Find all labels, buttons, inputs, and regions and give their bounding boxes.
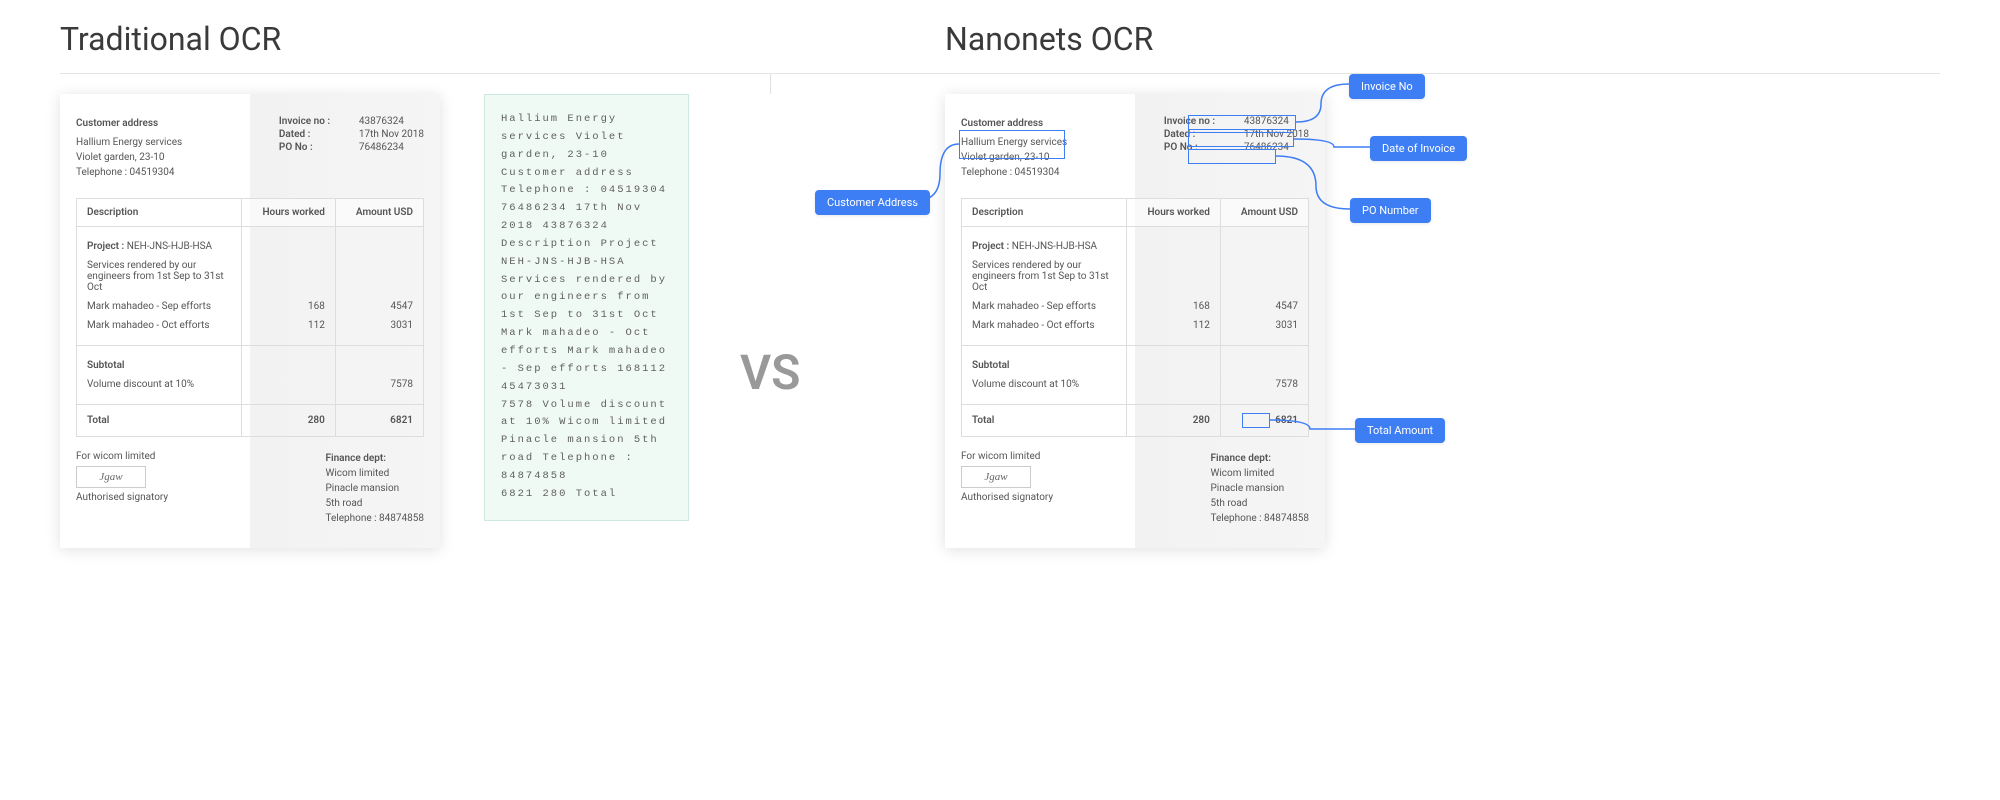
tag-date-of-invoice: Date of Invoice — [1370, 136, 1467, 161]
fin-line: 5th road — [1210, 496, 1309, 511]
subtotal-lbl: Subtotal — [77, 346, 242, 376]
row-amount: 3031 — [1220, 316, 1308, 346]
signature-icon: Jgaw — [961, 466, 1031, 488]
proj-code: NEH-JNS-HJB-HSA — [127, 241, 212, 252]
vertical-divider — [770, 74, 771, 94]
dated-lbl: Dated : — [1164, 129, 1244, 140]
cust-line: Telephone : 04519304 — [961, 165, 1067, 180]
col-desc: Description — [962, 199, 1127, 227]
discount-lbl: Volume discount at 10% — [962, 375, 1127, 405]
discount-amt: 7578 — [1220, 375, 1308, 405]
tag-total-amount: Total Amount — [1355, 418, 1445, 443]
invoice-table: DescriptionHours workedAmount USD Projec… — [961, 198, 1309, 437]
col-hours: Hours worked — [241, 199, 335, 227]
fin-line: Telephone : 84874858 — [325, 511, 424, 526]
po-lbl: PO No : — [279, 142, 359, 153]
total-lbl: Total — [77, 405, 242, 437]
for-wicom: For wicom limited — [961, 451, 1053, 462]
row-hours: 168 — [241, 297, 335, 316]
row-desc: Mark mahadeo - Oct efforts — [77, 316, 242, 346]
fin-line: Telephone : 84874858 — [1210, 511, 1309, 526]
dated-val: 17th Nov 2018 — [1244, 129, 1309, 140]
fin-line: Wicom limited — [325, 466, 424, 481]
fin-line: Pinacle mansion — [325, 481, 424, 496]
col-amount: Amount USD — [335, 199, 423, 227]
discount-amt: 7578 — [335, 375, 423, 405]
row-amount: 3031 — [335, 316, 423, 346]
row-amount: 4547 — [1220, 297, 1308, 316]
fin-label: Finance dept: — [325, 451, 424, 466]
row-desc: Mark mahadeo - Sep efforts — [962, 297, 1127, 316]
cust-line: Hallium Energy services — [961, 135, 1067, 150]
fin-line: Wicom limited — [1210, 466, 1309, 481]
row-hours: 112 — [241, 316, 335, 346]
services-desc: Services rendered by our engineers from … — [962, 256, 1127, 297]
tag-invoice-no: Invoice No — [1349, 74, 1425, 99]
col-desc: Description — [77, 199, 242, 227]
nanonets-invoice: Customer address Hallium Energy services… — [945, 94, 1325, 548]
row-hours: 168 — [1126, 297, 1220, 316]
fin-line: Pinacle mansion — [1210, 481, 1309, 496]
fin-label: Finance dept: — [1210, 451, 1309, 466]
for-wicom: For wicom limited — [76, 451, 168, 462]
po-val: 76486234 — [1244, 142, 1289, 153]
row-hours: 112 — [1126, 316, 1220, 346]
subtotal-lbl: Subtotal — [962, 346, 1127, 376]
nanonets-title: Nanonets OCR — [945, 20, 1153, 58]
dated-lbl: Dated : — [279, 129, 359, 140]
signature-icon: Jgaw — [76, 466, 146, 488]
total-lbl: Total — [962, 405, 1127, 437]
total-hours: 280 — [1126, 405, 1220, 437]
discount-lbl: Volume discount at 10% — [77, 375, 242, 405]
auth-sig: Authorised signatory — [76, 492, 168, 503]
cust-addr-label: Customer address — [961, 116, 1067, 131]
proj-lbl: Project : — [972, 241, 1009, 252]
cust-line: Hallium Energy services — [76, 135, 182, 150]
row-desc: Mark mahadeo - Oct efforts — [962, 316, 1127, 346]
total-amount: 6821 — [1220, 405, 1308, 437]
total-hours: 280 — [241, 405, 335, 437]
services-desc: Services rendered by our engineers from … — [77, 256, 242, 297]
inv-no-val: 43876324 — [1244, 116, 1289, 127]
tag-customer-address: Customer Address — [815, 190, 930, 215]
tag-po-number: PO Number — [1350, 198, 1431, 223]
proj-lbl: Project : — [87, 241, 124, 252]
row-amount: 4547 — [335, 297, 423, 316]
cust-line: Violet garden, 23-10 — [961, 150, 1067, 165]
cust-line: Telephone : 04519304 — [76, 165, 182, 180]
po-val: 76486234 — [359, 142, 404, 153]
cust-line: Violet garden, 23-10 — [76, 150, 182, 165]
dated-val: 17th Nov 2018 — [359, 129, 424, 140]
inv-no-lbl: Invoice no : — [279, 116, 359, 127]
raw-ocr-output: Hallium Energy services Violet garden, 2… — [484, 94, 689, 521]
inv-no-lbl: Invoice no : — [1164, 116, 1244, 127]
inv-no-val: 43876324 — [359, 116, 404, 127]
auth-sig: Authorised signatory — [961, 492, 1053, 503]
total-amount: 6821 — [335, 405, 423, 437]
col-amount: Amount USD — [1220, 199, 1308, 227]
po-lbl: PO No : — [1164, 142, 1244, 153]
fin-line: 5th road — [325, 496, 424, 511]
invoice-table: DescriptionHours workedAmount USD Projec… — [76, 198, 424, 437]
row-desc: Mark mahadeo - Sep efforts — [77, 297, 242, 316]
proj-code: NEH-JNS-HJB-HSA — [1012, 241, 1097, 252]
cust-addr-label: Customer address — [76, 116, 182, 131]
col-hours: Hours worked — [1126, 199, 1220, 227]
traditional-invoice: Customer address Hallium Energy services… — [60, 94, 440, 548]
vs-label: VS — [735, 334, 805, 411]
